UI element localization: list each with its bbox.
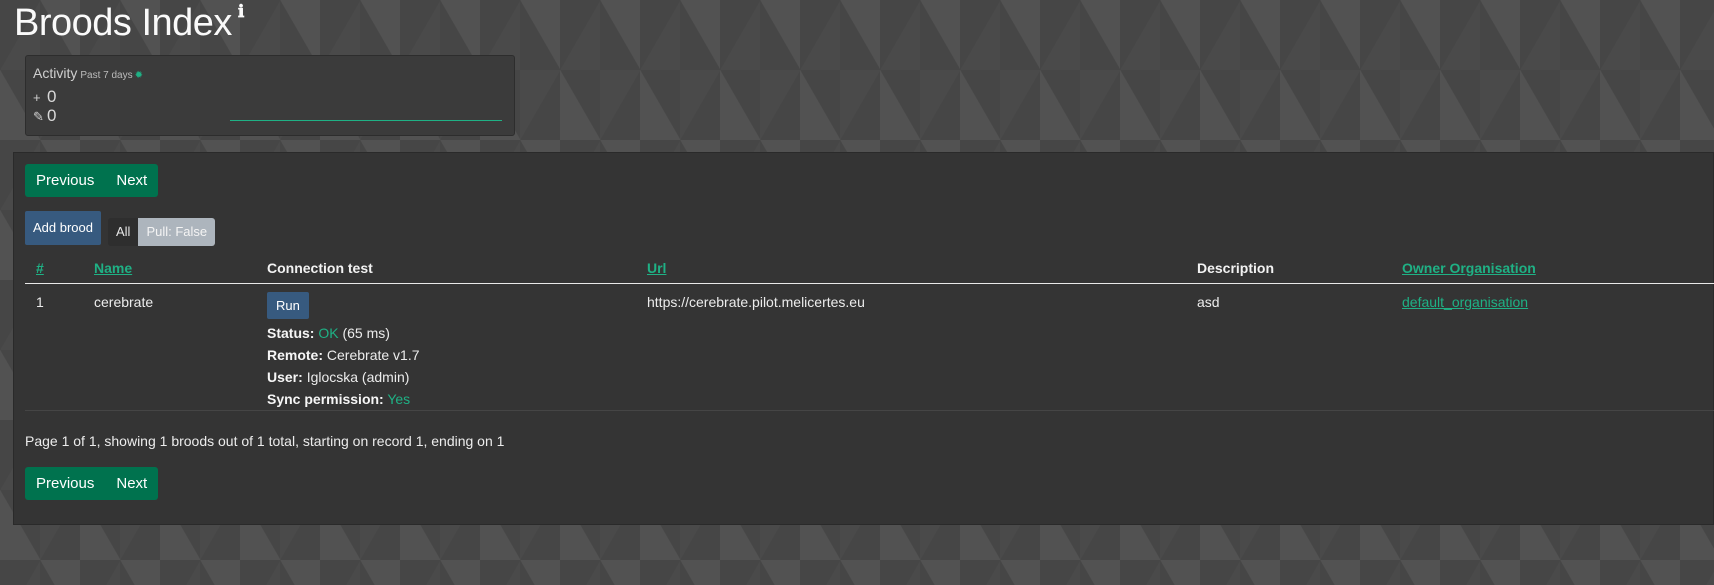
activity-period: Past 7 days: [80, 70, 133, 81]
user-line: User: Iglocska (admin): [267, 366, 647, 388]
column-header-url[interactable]: Url: [647, 253, 1197, 284]
previous-button[interactable]: Previous: [25, 164, 106, 197]
activity-edited: ✎ 0: [33, 106, 56, 126]
activity-added: +0: [33, 87, 56, 107]
main-panel: Previous Next Add brood All Pull: False …: [13, 152, 1714, 525]
activity-sparkline: [230, 120, 502, 121]
sort-url-link[interactable]: Url: [647, 260, 666, 276]
activity-widget: Activity Past 7 days ✹ +0 ✎ 0: [25, 55, 515, 136]
activity-added-count: 0: [47, 87, 57, 106]
remote-line: Remote: Cerebrate v1.7: [267, 344, 647, 366]
page-title-text: Broods Index: [14, 2, 232, 44]
sync-value: Yes: [387, 391, 411, 407]
cell-url: https://cerebrate.pilot.melicertes.eu: [647, 283, 1197, 411]
user-label: User:: [267, 369, 303, 385]
gear-icon[interactable]: ✹: [135, 70, 143, 81]
broods-table: # Name Connection test Url Description O…: [25, 253, 1714, 411]
previous-button[interactable]: Previous: [25, 467, 106, 500]
column-header-owner[interactable]: Owner Organisation: [1402, 253, 1714, 284]
pagination-top: Previous Next: [25, 164, 159, 197]
activity-header: Activity Past 7 days ✹: [33, 65, 143, 81]
info-icon[interactable]: ℹ: [238, 2, 244, 22]
pagination-summary: Page 1 of 1, showing 1 broods out of 1 t…: [25, 433, 505, 449]
sort-name-link[interactable]: Name: [94, 260, 132, 276]
table-row: 1 cerebrate Run Status: OK (65 ms) Remot…: [25, 283, 1714, 411]
sync-permission-line: Sync permission: Yes: [267, 388, 647, 410]
cell-owner: default_organisation: [1402, 283, 1714, 411]
filter-pull-false-button[interactable]: Pull: False: [138, 218, 216, 246]
sort-id-link[interactable]: #: [36, 260, 44, 276]
user-value: Iglocska (admin): [306, 369, 410, 385]
page-title: Broods Index ℹ: [14, 2, 244, 45]
status-line: Status: OK (65 ms): [267, 322, 647, 344]
status-label: Status:: [267, 325, 315, 341]
column-header-connection: Connection test: [267, 253, 647, 284]
sync-label: Sync permission:: [267, 391, 384, 407]
next-button[interactable]: Next: [105, 467, 159, 500]
column-header-description: Description: [1197, 253, 1402, 284]
filter-group: All Pull: False: [108, 218, 216, 246]
sort-owner-link[interactable]: Owner Organisation: [1402, 260, 1536, 276]
plus-icon: +: [33, 90, 41, 105]
cell-connection-test: Run Status: OK (65 ms) Remote: Cerebrate…: [267, 283, 647, 411]
remote-value: Cerebrate v1.7: [326, 347, 420, 363]
owner-organisation-link[interactable]: default_organisation: [1402, 294, 1528, 310]
run-connection-test-button[interactable]: Run: [267, 292, 309, 319]
status-value: OK: [318, 325, 339, 341]
add-brood-button[interactable]: Add brood: [25, 211, 101, 245]
edit-icon: ✎: [33, 109, 44, 124]
column-header-name[interactable]: Name: [94, 253, 267, 284]
activity-edited-count: 0: [47, 106, 57, 125]
status-time: (65 ms): [342, 325, 390, 341]
cell-description: asd: [1197, 283, 1402, 411]
column-header-id[interactable]: #: [25, 253, 94, 284]
table-header-row: # Name Connection test Url Description O…: [25, 253, 1714, 284]
cell-id: 1: [25, 283, 94, 411]
activity-label: Activity: [33, 65, 78, 81]
remote-label: Remote:: [267, 347, 324, 363]
cell-name: cerebrate: [94, 283, 267, 411]
next-button[interactable]: Next: [105, 164, 159, 197]
pagination-bottom: Previous Next: [25, 467, 159, 500]
filter-all-button[interactable]: All: [108, 218, 139, 246]
